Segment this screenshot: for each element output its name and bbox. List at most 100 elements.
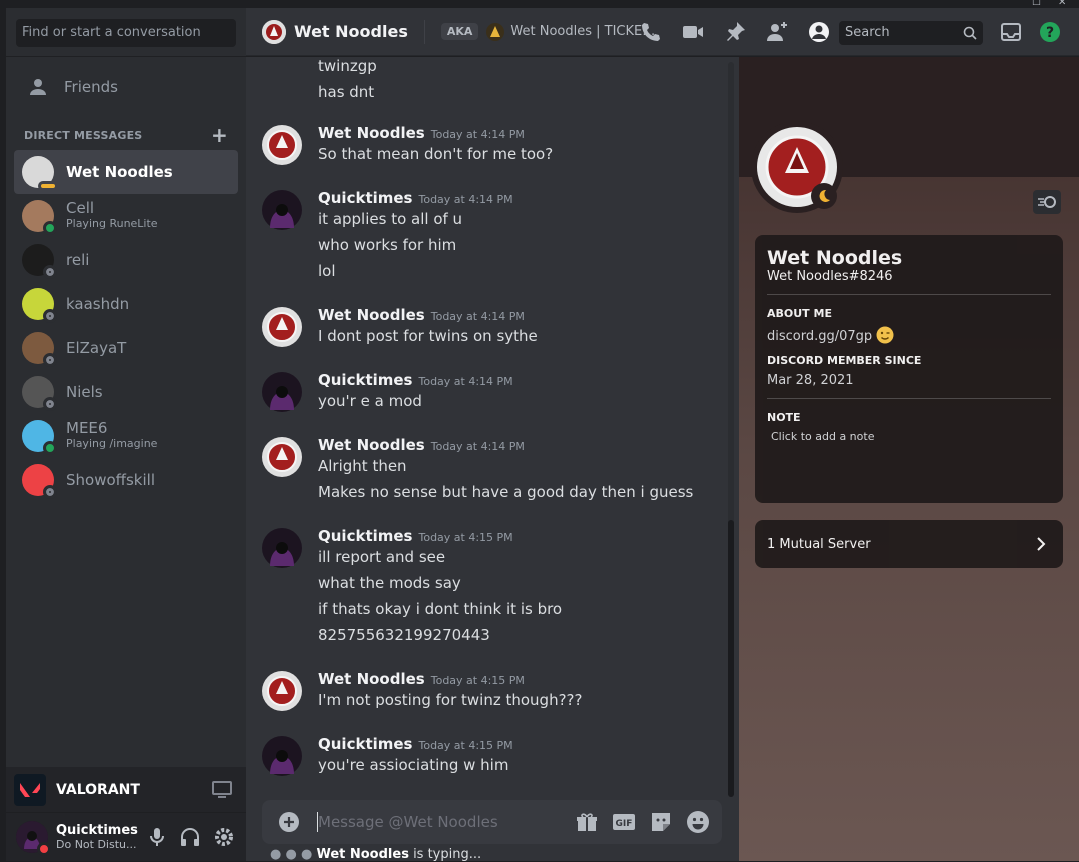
upload-plus-icon[interactable]	[278, 811, 300, 833]
gift-icon[interactable]	[576, 811, 598, 833]
microphone-icon[interactable]	[148, 827, 166, 847]
header-search-input[interactable]: Search	[839, 21, 983, 45]
about-me-heading: ABOUT ME	[767, 307, 832, 320]
message-text: you'r e a mod	[318, 392, 422, 410]
presence-status-icon	[43, 221, 57, 235]
dnd-status-icon	[37, 842, 51, 856]
presence-status-icon	[43, 309, 57, 323]
search-placeholder: Search	[845, 25, 890, 40]
presence-status-icon	[43, 265, 57, 279]
dm-item[interactable]: Showoffskill	[14, 458, 238, 502]
activity-game-name: VALORANT	[56, 781, 140, 798]
gif-icon[interactable]: GIF	[612, 812, 636, 832]
typing-text: is typing...	[408, 847, 482, 862]
close-icon[interactable]: ✕	[1058, 0, 1066, 8]
message-author[interactable]: Wet Noodles	[318, 436, 425, 454]
dm-avatar	[22, 200, 57, 235]
user-avatar[interactable]	[16, 821, 51, 856]
create-dm-icon[interactable]: +	[211, 125, 228, 145]
headphones-icon[interactable]	[180, 827, 200, 847]
presence-status-icon	[43, 485, 57, 499]
message-author[interactable]: Quicktimes	[318, 371, 412, 389]
mutual-servers-button[interactable]: 1 Mutual Server	[755, 520, 1063, 568]
dm-item[interactable]: ElZayaT	[14, 326, 238, 370]
message-text: has dnt	[318, 83, 375, 101]
server-icon	[486, 22, 505, 41]
voice-call-icon[interactable]	[639, 20, 663, 44]
window-titlebar: ☐ ✕	[0, 0, 1079, 8]
activity-panel: VALORANT	[6, 767, 246, 813]
svg-text:?: ?	[1046, 25, 1054, 41]
message-avatar[interactable]	[262, 190, 302, 230]
friends-icon	[30, 79, 46, 95]
chat-header: Wet Noodles AKA Wet Noodles | TICKET... …	[246, 8, 1079, 56]
dm-item[interactable]: Wet Noodles	[14, 150, 238, 194]
header-avatar	[262, 19, 286, 44]
settings-gear-icon[interactable]	[214, 827, 234, 847]
about-me-link[interactable]: discord.gg/07gp	[767, 329, 872, 344]
find-conversation-button[interactable]: Find or start a conversation	[16, 19, 236, 47]
dm-avatar	[22, 288, 57, 323]
add-friends-to-dm-icon[interactable]	[765, 20, 789, 44]
message-avatar[interactable]	[262, 307, 302, 347]
message-avatar[interactable]	[262, 125, 302, 165]
presence-status-icon	[43, 397, 57, 411]
message-input[interactable]: Message @Wet Noodles	[318, 813, 498, 831]
help-icon[interactable]: ?	[1039, 21, 1061, 43]
valorant-icon	[14, 773, 46, 806]
message-timestamp: Today at 4:14 PM	[418, 193, 513, 206]
svg-text:GIF: GIF	[616, 819, 633, 829]
dm-name: Cell	[66, 199, 95, 217]
profile-divider	[767, 294, 1051, 295]
message-author[interactable]: Quicktimes	[318, 735, 412, 753]
mutual-server-name[interactable]: Wet Noodles | TICKET...	[510, 24, 660, 39]
message-text: what the mods say	[318, 574, 461, 592]
dm-avatar	[22, 464, 57, 499]
video-call-icon[interactable]	[681, 20, 705, 44]
message-text: I dont post for twins on sythe	[318, 327, 538, 345]
dm-item[interactable]: MEE6 Playing /imagine	[14, 414, 238, 458]
message-text: Alright then	[318, 457, 407, 475]
dm-item[interactable]: reli	[14, 238, 238, 282]
message-text: you're assiociating w him	[318, 756, 509, 774]
note-heading: NOTE	[767, 411, 801, 424]
message-author[interactable]: Quicktimes	[318, 189, 412, 207]
message-avatar[interactable]	[262, 528, 302, 568]
message-avatar[interactable]	[262, 372, 302, 412]
dm-item[interactable]: kaashdn	[14, 282, 238, 326]
inbox-icon[interactable]	[1000, 21, 1022, 43]
message-text: if thats okay i dont think it is bro	[318, 600, 563, 618]
dm-name: reli	[66, 251, 90, 269]
message-timestamp: Today at 4:15 PM	[430, 674, 525, 687]
message-timestamp: Today at 4:14 PM	[430, 128, 525, 141]
message-list: twinzgp has dnt Wet Noodles Today at 4:14 P…	[246, 57, 739, 861]
maximize-icon[interactable]: ☐	[1032, 0, 1041, 8]
message-avatar[interactable]	[262, 671, 302, 711]
message-avatar[interactable]	[262, 736, 302, 776]
message-author[interactable]: Wet Noodles	[318, 124, 425, 142]
header-username[interactable]: Wet Noodles	[294, 22, 408, 41]
note-input[interactable]: Click to add a note	[771, 430, 1051, 443]
chat-scrollbar-thumb[interactable]	[728, 520, 734, 797]
dm-item[interactable]: Niels	[14, 370, 238, 414]
message-author[interactable]: Wet Noodles	[318, 306, 425, 324]
friends-nav-item[interactable]: Friends	[14, 71, 238, 103]
dm-avatar	[22, 420, 57, 455]
message-avatar[interactable]	[262, 437, 302, 477]
message-author[interactable]: Wet Noodles	[318, 670, 425, 688]
dm-name: Niels	[66, 383, 103, 401]
pinned-messages-icon[interactable]	[723, 20, 747, 44]
user-profile-toggle-icon[interactable]	[807, 20, 831, 44]
dm-name: MEE6	[66, 419, 108, 437]
message-author[interactable]: Quicktimes	[318, 527, 412, 545]
emoji-icon[interactable]	[686, 810, 710, 834]
dm-item[interactable]: Cell Playing RuneLite	[14, 194, 238, 238]
member-since-date: Mar 28, 2021	[767, 373, 854, 388]
dm-header-label: DIRECT MESSAGES	[24, 128, 143, 142]
screen-share-icon[interactable]	[212, 781, 232, 799]
member-since-heading: DISCORD MEMBER SINCE	[767, 354, 922, 367]
sticker-icon[interactable]	[650, 811, 672, 833]
message-composer[interactable]: Message @Wet Noodles GIF	[262, 800, 722, 844]
nitro-badge-icon[interactable]	[1033, 190, 1061, 214]
friends-label: Friends	[64, 78, 118, 96]
